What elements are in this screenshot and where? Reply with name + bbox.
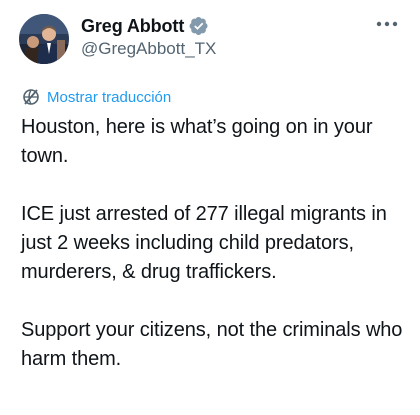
- display-name[interactable]: Greg Abbott: [81, 16, 184, 37]
- verified-badge-icon: [189, 16, 209, 36]
- handle[interactable]: @GregAbbott_TX: [81, 39, 216, 59]
- show-translation-label: Mostrar traducción: [47, 88, 172, 106]
- tweet-paragraph: Houston, here is what’s going on in your…: [21, 116, 373, 167]
- globe-slash-icon: [21, 87, 41, 107]
- author-block: Greg Abbott @GregAbbott_TX: [81, 14, 216, 64]
- tweet-paragraph: ICE just arrested of 277 illegal migrant…: [21, 203, 387, 283]
- tweet-text: Houston, here is what’s going on in your…: [21, 113, 413, 374]
- show-translation-link[interactable]: Mostrar traducción: [21, 87, 171, 107]
- name-row: Greg Abbott: [81, 14, 216, 38]
- avatar[interactable]: [19, 14, 69, 64]
- tweet[interactable]: Greg Abbott @GregAbbott_TX Mostrar tradu…: [0, 0, 420, 415]
- tweet-paragraph: Support your citizens, not the criminals…: [21, 319, 403, 370]
- profile-photo-icon: [19, 14, 69, 64]
- more-options-button[interactable]: [374, 14, 400, 34]
- more-dots-icon: [376, 21, 398, 27]
